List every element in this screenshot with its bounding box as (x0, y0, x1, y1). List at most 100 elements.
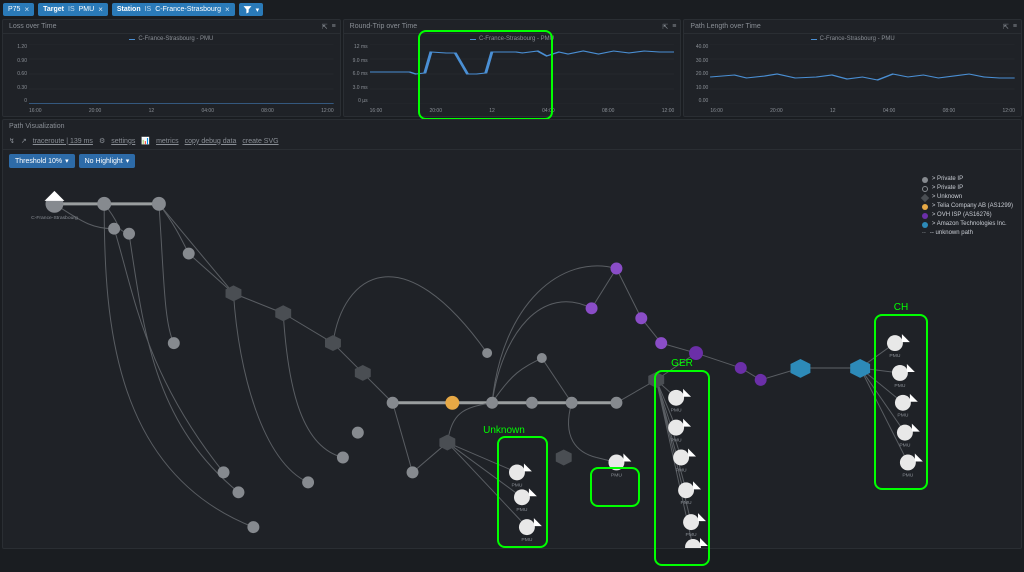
ovh-node[interactable] (586, 302, 598, 314)
endpoint-pmu[interactable]: PMU (892, 364, 915, 389)
xtick: 04:00 (201, 108, 214, 114)
traceroute-link[interactable]: traceroute | 139 ms (33, 138, 93, 145)
svg-text:PMU: PMU (676, 467, 687, 473)
hop-node[interactable] (526, 397, 538, 409)
ytick: 0.90 (5, 58, 27, 64)
svg-text:PMU: PMU (686, 532, 697, 538)
endpoint-pmu[interactable]: PMU (900, 454, 923, 479)
panel-actions[interactable]: ⇱≡ (322, 23, 336, 31)
svg-text:C-France-Strasbourg: C-France-Strasbourg (31, 215, 78, 221)
share-icon[interactable]: ⇱ (1003, 23, 1009, 31)
share-icon[interactable]: ⇱ (322, 23, 328, 31)
xtick: 20:00 (429, 108, 442, 114)
chip-op: IS (68, 6, 75, 13)
svg-text:PMU: PMU (671, 408, 682, 414)
hop-node[interactable] (566, 397, 578, 409)
endpoint-pmu[interactable]: PMU (895, 394, 918, 419)
svg-text:PMU: PMU (511, 482, 522, 488)
chart-body[interactable]: C-France-Strasbourg - PMU 1.20 0.90 0.60… (3, 34, 340, 116)
endpoint-pmu[interactable]: PMU (897, 424, 920, 449)
hop-node[interactable] (247, 521, 259, 533)
create-svg-link[interactable]: create SVG (242, 138, 278, 145)
threshold-button[interactable]: Threshold 10%▾ (9, 154, 75, 168)
chip-target[interactable]: Target IS PMU × (38, 3, 108, 16)
panel-title: Round-Trip over Time (344, 20, 681, 34)
pv-buttons: Threshold 10%▾ No Highlight▾ (3, 150, 1021, 172)
panel-title: Path Visualization (3, 120, 1021, 133)
hop-node[interactable] (218, 466, 230, 478)
ytick: 20.00 (686, 71, 708, 77)
chart-body[interactable]: C-France-Strasbourg - PMU 40.00 30.00 20… (684, 34, 1021, 116)
hop-node[interactable] (482, 348, 492, 358)
xtick: 04:00 (883, 108, 896, 114)
menu-icon[interactable]: ≡ (1013, 23, 1017, 31)
topology-canvas[interactable]: C-France-Strasbourg (3, 174, 1021, 548)
hop-node[interactable] (152, 197, 166, 211)
xtick: 08:00 (261, 108, 274, 114)
settings-link[interactable]: settings (111, 138, 135, 145)
close-icon[interactable]: × (24, 5, 29, 14)
hop-node[interactable] (302, 476, 314, 488)
endpoint-pmu[interactable] (685, 538, 708, 548)
highlight-button[interactable]: No Highlight▾ (79, 154, 136, 168)
xtick: 12 (830, 108, 836, 114)
ovh-node[interactable] (755, 374, 767, 386)
hop-node[interactable] (183, 248, 195, 260)
endpoint-pmu[interactable]: PMU (668, 389, 691, 414)
hop-node[interactable] (610, 397, 622, 409)
endpoint-pmu[interactable]: PMU (509, 463, 532, 488)
close-icon[interactable]: × (225, 5, 230, 14)
menu-icon[interactable]: ≡ (672, 23, 676, 31)
filter-bar: P75 × Target IS PMU × Station IS C-Franc… (0, 0, 1024, 19)
share-icon[interactable]: ⇱ (662, 23, 668, 31)
hop-node[interactable] (337, 452, 349, 464)
close-icon[interactable]: × (98, 5, 103, 14)
hop-node[interactable] (387, 397, 399, 409)
unknown-hex-node[interactable] (556, 450, 572, 466)
menu-icon[interactable]: ≡ (332, 23, 336, 31)
unknown-hex-node[interactable] (275, 305, 291, 321)
ytick: 0 (5, 98, 27, 104)
xtick: 16:00 (710, 108, 723, 114)
panel-actions[interactable]: ⇱≡ (662, 23, 676, 31)
source-node[interactable]: C-France-Strasbourg (31, 191, 78, 221)
telia-node[interactable] (445, 396, 459, 410)
amazon-hex-node[interactable] (850, 359, 870, 378)
chevron-down-icon: ▾ (126, 157, 130, 165)
ovh-node[interactable] (735, 362, 747, 374)
hop-node[interactable] (97, 197, 111, 211)
endpoint-pmu[interactable]: PMU (519, 518, 542, 543)
ovh-node[interactable] (635, 312, 647, 324)
endpoint-pmu[interactable]: PMU (673, 449, 696, 474)
hop-node[interactable] (168, 337, 180, 349)
ovh-node[interactable] (610, 263, 622, 275)
hop-node[interactable] (352, 427, 364, 439)
xtick: 16:00 (370, 108, 383, 114)
hop-node[interactable] (123, 228, 135, 240)
ovh-node[interactable] (655, 337, 667, 349)
metrics-link[interactable]: metrics (156, 138, 179, 145)
chart-body[interactable]: C-France-Strasbourg - PMU 12 ms 9.0 ms 6… (344, 34, 681, 116)
xtick: 20:00 (770, 108, 783, 114)
ovh-node[interactable] (689, 346, 703, 360)
endpoint-pmu[interactable]: PMU (678, 481, 701, 506)
hop-node[interactable] (407, 466, 419, 478)
xtick: 12:00 (662, 108, 675, 114)
panel-title: Path Length over Time (684, 20, 1021, 34)
hop-node[interactable] (486, 397, 498, 409)
endpoint-pmu[interactable]: PMU (514, 488, 537, 513)
copy-debug-link[interactable]: copy debug data (185, 138, 237, 145)
endpoint-pmu[interactable]: PMU (608, 454, 631, 479)
endpoint-pmu[interactable]: PMU (668, 419, 691, 444)
hop-node[interactable] (232, 486, 244, 498)
filter-icon-button[interactable]: ▾ (239, 3, 264, 16)
hop-node[interactable] (537, 353, 547, 363)
svg-text:PMU: PMU (894, 383, 905, 389)
endpoint-pmu[interactable]: PMU (683, 513, 706, 538)
chip-p75[interactable]: P75 × (3, 3, 34, 16)
panel-actions[interactable]: ⇱≡ (1003, 23, 1017, 31)
chip-station[interactable]: Station IS C-France-Strasbourg × (112, 3, 235, 16)
endpoint-pmu[interactable]: PMU (887, 334, 910, 359)
hop-node[interactable] (108, 223, 120, 235)
amazon-hex-node[interactable] (791, 359, 811, 378)
